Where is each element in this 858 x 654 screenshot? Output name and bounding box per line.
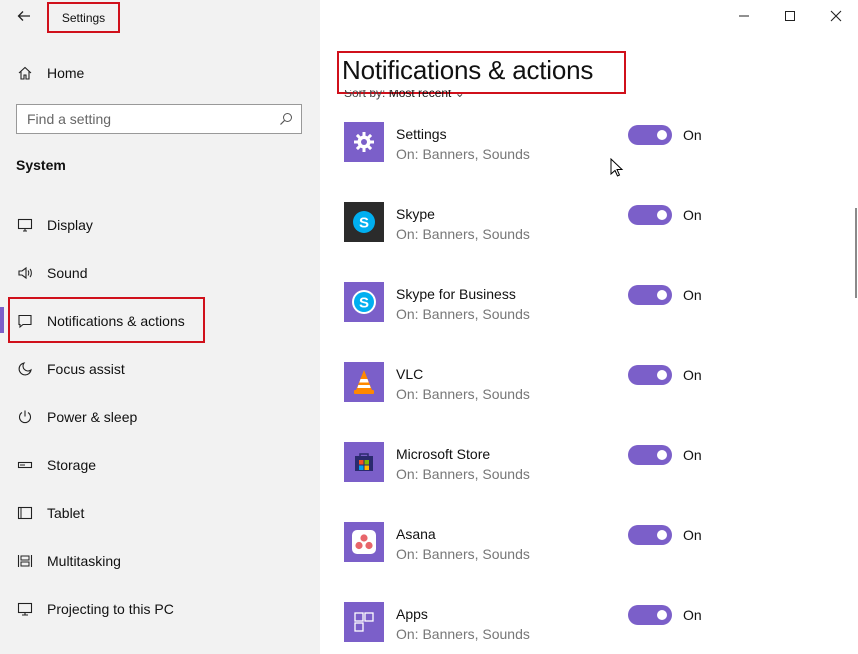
sidebar-item-label: Projecting to this PC — [47, 601, 174, 617]
vlc-cone-icon — [344, 362, 384, 402]
toggle-label: On — [683, 207, 702, 223]
chevron-down-icon: ⌄ — [454, 90, 465, 100]
sidebar-item-display[interactable]: Display — [0, 205, 320, 245]
app-row-asana[interactable]: Asana On: Banners, Sounds On — [344, 522, 764, 582]
sound-icon — [16, 264, 34, 282]
sidebar-item-label: Multitasking — [47, 553, 121, 569]
app-name: VLC — [396, 366, 424, 382]
toggle-switch[interactable] — [628, 285, 672, 305]
sidebar-item-multitasking[interactable]: Multitasking — [0, 541, 320, 581]
asana-icon — [344, 522, 384, 562]
minimize-icon — [739, 15, 749, 17]
toggle-switch[interactable] — [628, 525, 672, 545]
app-name: Skype — [396, 206, 435, 222]
app-row-apps[interactable]: Apps On: Banners, Sounds On — [344, 602, 764, 654]
toggle-switch[interactable] — [628, 205, 672, 225]
app-row-vlc[interactable]: VLC On: Banners, Sounds On — [344, 362, 764, 422]
app-status: On: Banners, Sounds — [396, 306, 530, 322]
app-name: Skype for Business — [396, 286, 516, 302]
close-icon — [830, 10, 842, 22]
sidebar-item-storage[interactable]: Storage — [0, 445, 320, 485]
multitasking-icon — [16, 552, 34, 570]
mouse-cursor-icon — [610, 158, 624, 177]
app-name: Apps — [396, 606, 428, 622]
app-row-microsoft-store[interactable]: Microsoft Store On: Banners, Sounds On — [344, 442, 764, 502]
toggle-label: On — [683, 127, 702, 143]
sidebar-item-label: Sound — [47, 265, 88, 281]
highlight-box — [8, 297, 205, 343]
title-bar: Settings — [0, 0, 320, 34]
app-name: Settings — [396, 126, 447, 142]
maximize-icon — [785, 11, 795, 21]
back-button[interactable] — [10, 4, 38, 28]
power-icon — [16, 408, 34, 426]
display-icon — [16, 216, 34, 234]
toggle-switch[interactable] — [628, 605, 672, 625]
app-status: On: Banners, Sounds — [396, 626, 530, 642]
sidebar-item-label: Focus assist — [47, 361, 125, 377]
skype-business-icon: S — [344, 282, 384, 322]
scrollbar[interactable] — [855, 208, 857, 298]
toggle-label: On — [683, 367, 702, 383]
search-placeholder: Find a setting — [27, 111, 112, 127]
app-name: Asana — [396, 526, 436, 542]
sort-by-value: Most recent — [388, 90, 452, 100]
app-status: On: Banners, Sounds — [396, 386, 530, 402]
back-arrow-icon — [17, 11, 30, 21]
toggle-label: On — [683, 287, 702, 303]
search-icon — [280, 113, 292, 125]
app-row-skype[interactable]: S Skype On: Banners, Sounds On — [344, 202, 764, 262]
toggle-switch[interactable] — [628, 445, 672, 465]
skype-icon: S — [344, 202, 384, 242]
search-input[interactable]: Find a setting — [16, 104, 302, 134]
toggle-label: On — [683, 607, 702, 623]
toggle-label: On — [683, 447, 702, 463]
svg-text:S: S — [359, 215, 369, 232]
page-title: Notifications & actions — [342, 55, 594, 85]
toggle-label: On — [683, 527, 702, 543]
svg-text:S: S — [359, 295, 369, 312]
settings-gear-icon — [344, 122, 384, 162]
sort-by-dropdown[interactable]: Sort by: Most recent ⌄ — [344, 90, 465, 100]
app-name: Microsoft Store — [396, 446, 491, 462]
moon-icon — [16, 360, 34, 378]
sidebar-item-label: Tablet — [47, 505, 85, 521]
app-status: On: Banners, Sounds — [396, 226, 530, 242]
sidebar: Settings Home Find a setting System Disp… — [0, 0, 320, 654]
app-status: On: Banners, Sounds — [396, 146, 530, 162]
store-bag-icon — [344, 442, 384, 482]
sidebar-item-label: Storage — [47, 457, 97, 473]
sidebar-item-label: Home — [47, 65, 85, 81]
sidebar-item-label: Display — [47, 217, 93, 233]
close-button[interactable] — [821, 4, 851, 28]
sidebar-item-tablet[interactable]: Tablet — [0, 493, 320, 533]
home-icon — [16, 64, 34, 82]
app-status: On: Banners, Sounds — [396, 546, 530, 562]
toggle-switch[interactable] — [628, 125, 672, 145]
storage-icon — [16, 456, 34, 474]
sidebar-item-projecting[interactable]: Projecting to this PC — [0, 589, 320, 629]
window-title: Settings — [47, 2, 120, 33]
maximize-button[interactable] — [775, 4, 805, 28]
projecting-icon — [16, 600, 34, 618]
sidebar-item-home[interactable]: Home — [0, 53, 320, 93]
minimize-button[interactable] — [729, 4, 759, 28]
main-content: Notifications & actions Sort by: Most re… — [320, 0, 858, 654]
sidebar-item-label: Power & sleep — [47, 409, 138, 425]
sidebar-item-sound[interactable]: Sound — [0, 253, 320, 293]
sidebar-item-focus-assist[interactable]: Focus assist — [0, 349, 320, 389]
toggle-switch[interactable] — [628, 365, 672, 385]
app-status: On: Banners, Sounds — [396, 466, 530, 482]
app-row-skype-for-business[interactable]: S Skype for Business On: Banners, Sounds… — [344, 282, 764, 342]
apps-grid-icon — [344, 602, 384, 642]
sort-by-label: Sort by: — [344, 90, 386, 100]
section-heading-system: System — [16, 157, 66, 173]
app-row-settings[interactable]: Settings On: Banners, Sounds On — [344, 122, 764, 182]
sidebar-item-power-sleep[interactable]: Power & sleep — [0, 397, 320, 437]
tablet-icon — [16, 504, 34, 522]
